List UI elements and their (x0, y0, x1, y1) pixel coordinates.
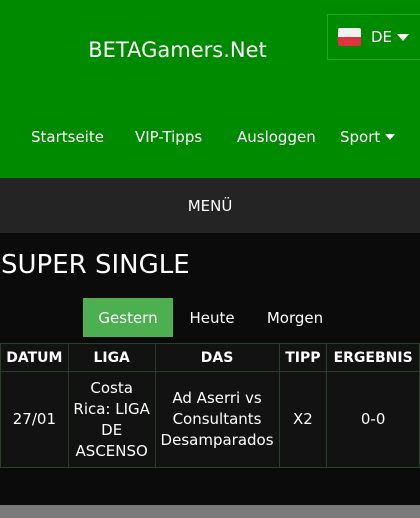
german-flag-icon (338, 28, 361, 46)
tab-heute[interactable]: Heute (173, 298, 251, 337)
page-footer-strip (0, 505, 420, 518)
nav-ausloggen[interactable]: Ausloggen (237, 128, 316, 146)
nav-vip-tipps[interactable]: VIP-Tipps (135, 128, 202, 146)
language-code: DE (371, 28, 393, 46)
caret-down-icon (385, 134, 396, 140)
nav-sport-label: Sport (340, 128, 381, 146)
cell-liga: Costa Rica: LIGA DE ASCENSO (67, 371, 156, 468)
table-header-row: DATUM LIGA DAS TIPP ERGEBNIS (0, 343, 420, 372)
header-datum: DATUM (0, 343, 69, 372)
header-das: DAS (154, 343, 280, 372)
tab-gestern[interactable]: Gestern (83, 298, 173, 337)
header-tipp: TIPP (278, 343, 328, 372)
cell-ergebnis: 0-0 (326, 371, 420, 468)
tab-morgen[interactable]: Morgen (251, 298, 339, 337)
menu-toggle[interactable]: MENÜ (0, 178, 420, 233)
nav-sport[interactable]: Sport (340, 128, 396, 146)
cell-tipp: X2 (278, 371, 328, 468)
main-nav: Startseite VIP-Tipps Ausloggen Sport (0, 128, 420, 150)
caret-down-icon (397, 33, 410, 41)
table-row: 27/01 Costa Rica: LIGA DE ASCENSO Ad Ase… (0, 371, 420, 468)
tips-table: DATUM LIGA DAS TIPP ERGEBNIS 27/01 Costa… (0, 343, 420, 468)
language-selector[interactable]: DE (327, 14, 420, 60)
cell-das: Ad Aserri vs Consultants Desamparados (154, 371, 280, 468)
cell-datum: 27/01 (0, 371, 69, 468)
page-title: SUPER SINGLE (1, 250, 190, 280)
header-ergebnis: ERGEBNIS (326, 343, 420, 372)
site-brand[interactable]: BETAGamers.Net (0, 38, 355, 62)
header-liga: LIGA (67, 343, 156, 372)
nav-startseite[interactable]: Startseite (31, 128, 104, 146)
day-tabs: Gestern Heute Morgen (83, 298, 339, 337)
site-header: BETAGamers.Net DE Startseite VIP-Tipps A… (0, 0, 420, 178)
